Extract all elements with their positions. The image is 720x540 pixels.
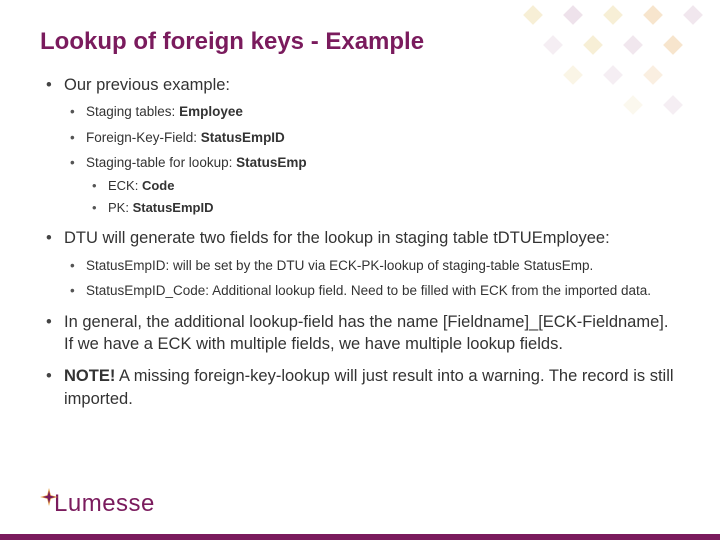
bullet-1-3-2: PK: StatusEmpID bbox=[86, 199, 674, 217]
slide-content: Lookup of foreign keys - Example Our pre… bbox=[0, 0, 720, 540]
footer-accent-bar bbox=[0, 534, 720, 540]
slide-title: Lookup of foreign keys - Example bbox=[40, 28, 674, 56]
bullet-2-1: StatusEmpID: will be set by the DTU via … bbox=[64, 256, 674, 276]
bullet-1: Our previous example: Staging tables: Em… bbox=[40, 74, 674, 217]
bullet-1-2: Foreign-Key-Field: StatusEmpID bbox=[64, 128, 674, 148]
logo-text: Lumesse bbox=[54, 490, 155, 518]
bullet-1-1: Staging tables: Employee bbox=[64, 102, 674, 122]
bullet-3: In general, the additional lookup-field … bbox=[40, 311, 674, 356]
bullet-1-3: Staging-table for lookup: StatusEmp ECK:… bbox=[64, 153, 674, 217]
bullet-4: NOTE! A missing foreign-key-lookup will … bbox=[40, 365, 674, 410]
logo-star-icon bbox=[40, 488, 58, 506]
bullet-1-text: Our previous example: bbox=[64, 76, 230, 94]
bullet-1-3-1: ECK: Code bbox=[86, 177, 674, 195]
bullet-2: DTU will generate two fields for the loo… bbox=[40, 227, 674, 300]
note-label: NOTE! bbox=[64, 367, 115, 385]
bullet-2-2: StatusEmpID_Code: Additional lookup fiel… bbox=[64, 281, 674, 301]
brand-logo: Lumesse bbox=[40, 488, 155, 518]
bullet-list: Our previous example: Staging tables: Em… bbox=[40, 74, 674, 410]
